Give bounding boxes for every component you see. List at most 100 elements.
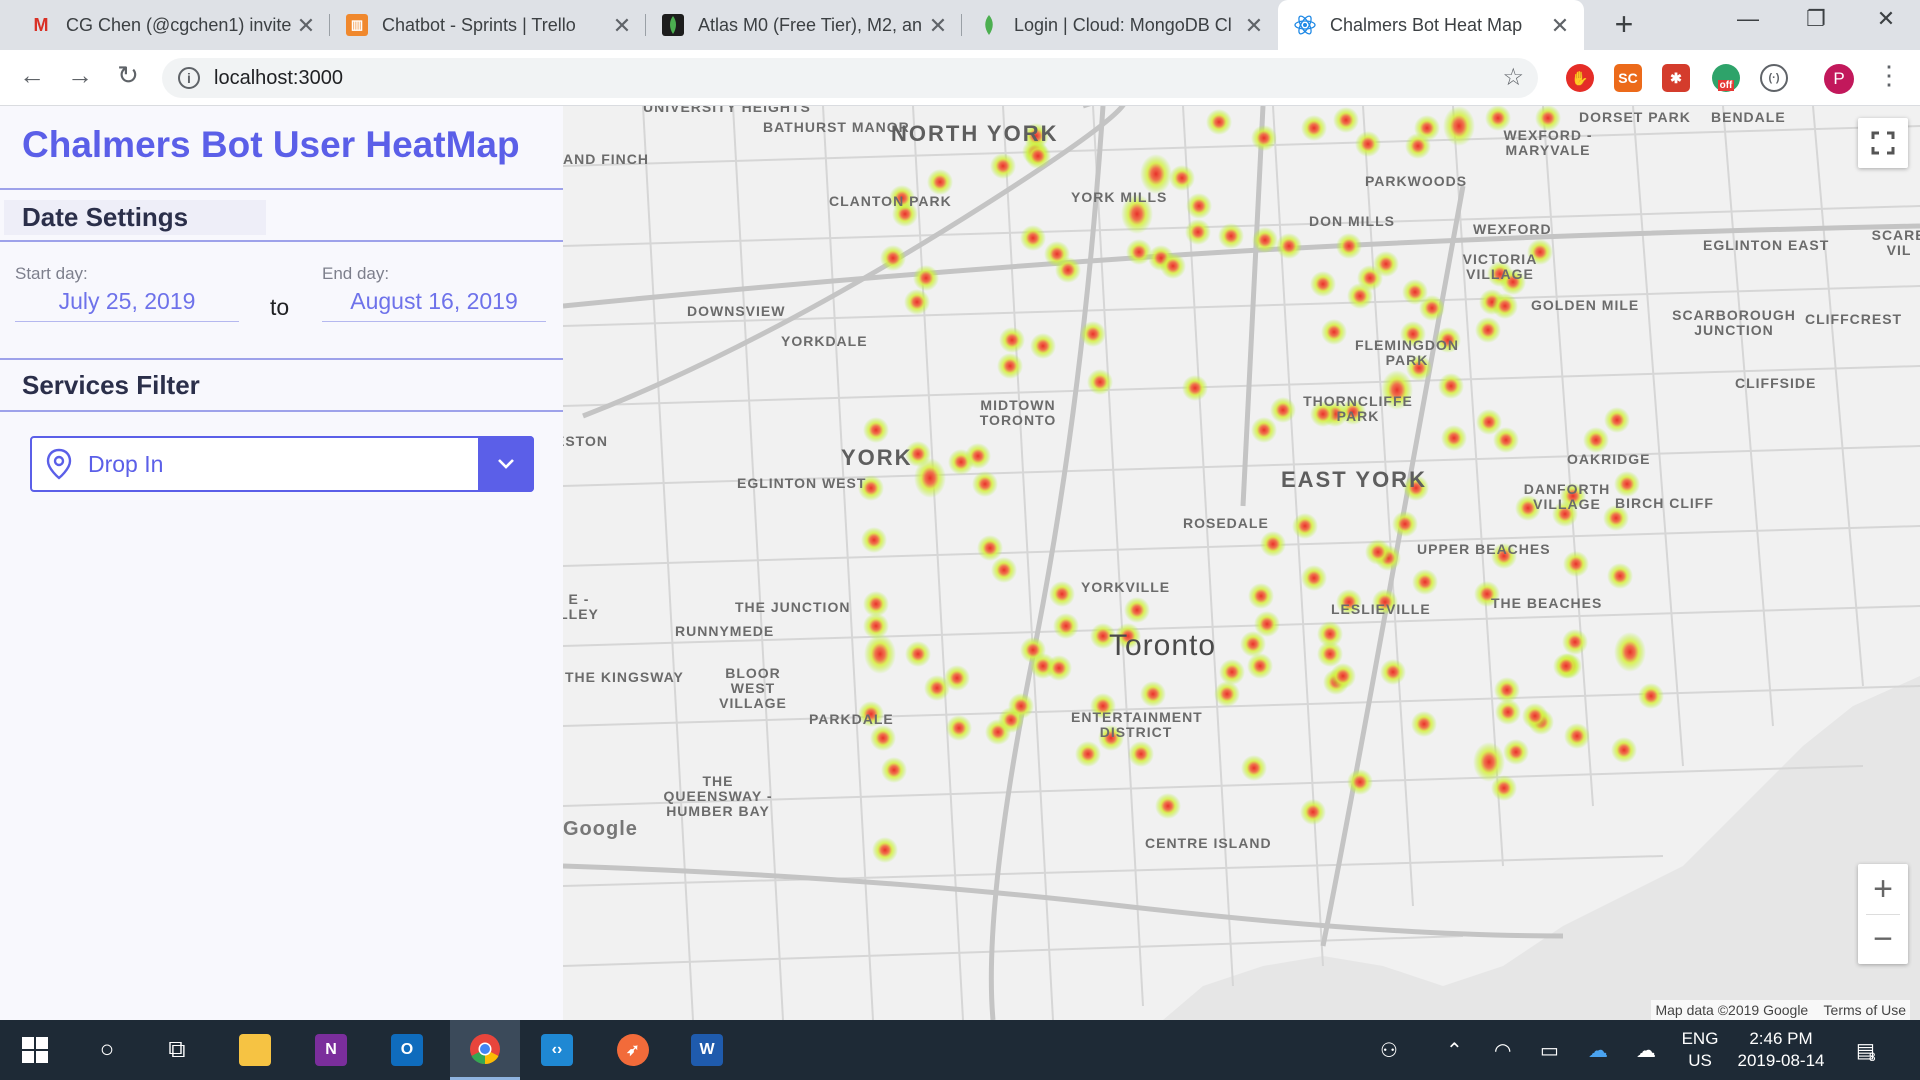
close-tab-icon[interactable]: ✕ <box>610 13 634 39</box>
heat-point <box>1055 257 1081 283</box>
system-clock[interactable]: 2:46 PM 2019-08-14 <box>1726 1028 1836 1072</box>
off-extension-icon[interactable]: off <box>1712 64 1740 92</box>
close-window-icon[interactable]: ✕ <box>1866 6 1906 32</box>
windows-start-icon[interactable] <box>4 1020 66 1080</box>
map-label: THE BEACHES <box>1491 595 1603 611</box>
restore-icon[interactable]: ❐ <box>1796 6 1836 32</box>
heat-point <box>1419 295 1445 321</box>
map-label: BLOOR WEST VILLAGE <box>719 665 787 711</box>
battery-icon[interactable]: ▭ <box>1540 1020 1559 1080</box>
bookmark-star-icon[interactable]: ☆ <box>1502 63 1524 92</box>
end-day-input[interactable]: August 16, 2019 <box>322 284 546 322</box>
people-icon[interactable]: ⚇ <box>1380 1020 1398 1080</box>
heat-point <box>1492 293 1518 319</box>
minimize-icon[interactable]: — <box>1728 6 1768 32</box>
map-label: ROSEDALE <box>1183 515 1269 531</box>
address-bar[interactable]: i localhost:3000 ☆ <box>162 58 1538 98</box>
heat-point <box>1252 227 1278 253</box>
map-label: CLIFFCREST <box>1805 311 1903 327</box>
terms-of-use-link[interactable]: Terms of Use <box>1824 1002 1906 1018</box>
chrome-icon[interactable] <box>450 1020 520 1080</box>
close-tab-icon[interactable]: ✕ <box>1548 13 1572 39</box>
heat-point <box>1301 115 1327 141</box>
task-view-icon[interactable]: ⧉ <box>146 1020 208 1080</box>
heat-point <box>1186 193 1212 219</box>
onedrive-icon[interactable]: ☁ <box>1588 1020 1608 1080</box>
tab-chalmers-heat-map[interactable]: Chalmers Bot Heat Map ✕ <box>1278 0 1584 50</box>
chevron-down-icon[interactable] <box>478 436 534 492</box>
heat-point <box>1025 143 1051 169</box>
reload-icon[interactable]: ↻ <box>110 60 146 91</box>
puzzle-extension-icon[interactable]: ✱ <box>1662 64 1690 92</box>
heat-point <box>1140 154 1172 194</box>
cortana-search-icon[interactable]: ○ <box>76 1020 138 1080</box>
file-explorer-icon[interactable] <box>224 1020 286 1080</box>
tab-mongodb-login[interactable]: Login | Cloud: MongoDB Cl ✕ <box>962 0 1278 50</box>
heat-point <box>1503 739 1529 765</box>
page-title: Chalmers Bot User HeatMap <box>22 124 520 165</box>
map-label: EAST YORK <box>1281 467 1427 492</box>
close-tab-icon[interactable]: ✕ <box>1242 13 1266 39</box>
map-label: YORKVILLE <box>1081 579 1171 595</box>
browser-menu-icon[interactable]: ⋮ <box>1876 60 1902 91</box>
heat-point <box>1604 407 1630 433</box>
show-hidden-icons-icon[interactable]: ⌃ <box>1446 1020 1463 1080</box>
browser-toolbar: ← → ↻ i localhost:3000 ☆ ✋ SC ✱ off (·) … <box>0 50 1920 106</box>
word-icon[interactable]: W <box>676 1020 738 1080</box>
action-center-icon[interactable]: ▤ 8 <box>1856 1020 1876 1080</box>
close-tab-icon[interactable]: ✕ <box>294 13 318 39</box>
vscode-icon[interactable]: ‹› <box>526 1020 588 1080</box>
heat-point <box>1563 551 1589 577</box>
services-filter-select[interactable]: Drop In <box>30 436 534 492</box>
heat-point <box>1219 659 1245 685</box>
heat-point <box>1080 321 1106 347</box>
language-indicator[interactable]: ENG US <box>1680 1028 1720 1072</box>
adblock-icon[interactable]: ✋ <box>1566 64 1594 92</box>
heat-point <box>1441 425 1467 451</box>
heat-point <box>927 169 953 195</box>
zoom-in-button[interactable]: + <box>1858 864 1908 914</box>
heat-point <box>1292 513 1318 539</box>
extension-label: ✋ <box>1571 69 1589 86</box>
zoom-out-button[interactable]: − <box>1858 915 1908 964</box>
map-label: VICTORIA VILLAGE <box>1462 251 1538 282</box>
outlook-icon[interactable]: O <box>376 1020 438 1080</box>
profile-avatar[interactable]: P <box>1824 64 1854 94</box>
heat-point <box>1169 165 1195 191</box>
region-code: US <box>1688 1051 1712 1070</box>
notification-count: 8 <box>1868 1050 1876 1064</box>
heat-point <box>1075 741 1101 767</box>
heat-map[interactable]: UNIVERSITY HEIGHTS BATHURST MANOR NORTH … <box>563 106 1920 1020</box>
code-extension-icon[interactable]: (·) <box>1760 64 1788 92</box>
close-tab-icon[interactable]: ✕ <box>926 13 950 39</box>
heat-point <box>997 353 1023 379</box>
tab-gmail[interactable]: M CG Chen (@cgchen1) invite ✕ <box>14 0 330 50</box>
heat-point <box>999 327 1025 353</box>
map-label: LESLIEVILLE <box>1331 601 1431 617</box>
onenote-icon[interactable]: N <box>300 1020 362 1080</box>
heat-point <box>1355 131 1381 157</box>
postman-icon[interactable]: ➶ <box>602 1020 664 1080</box>
fullscreen-icon <box>1871 131 1895 155</box>
heat-point <box>1491 775 1517 801</box>
site-info-icon[interactable]: i <box>178 67 200 89</box>
heat-point <box>1336 233 1362 259</box>
heat-point <box>1251 417 1277 443</box>
wifi-icon[interactable]: ☁ <box>1636 1020 1656 1080</box>
map-label: BATHURST MANOR <box>763 119 910 135</box>
date-settings-heading: Date Settings <box>4 200 267 235</box>
tab-atlas[interactable]: Atlas M0 (Free Tier), M2, an ✕ <box>646 0 962 50</box>
back-icon[interactable]: ← <box>14 60 50 91</box>
map-label: SCARB VIL <box>1871 227 1920 258</box>
start-day-input[interactable]: July 25, 2019 <box>15 284 239 322</box>
tab-trello[interactable]: ▥ Chatbot - Sprints | Trello ✕ <box>330 0 646 50</box>
forward-icon[interactable]: → <box>62 60 98 91</box>
heat-point <box>946 715 972 741</box>
map-label: OAKRIDGE <box>1567 451 1651 467</box>
heat-point <box>1583 427 1609 453</box>
map-label: RUNNYMEDE <box>675 623 775 639</box>
sc-icon[interactable]: SC <box>1614 64 1642 92</box>
new-tab-button[interactable]: + <box>1604 6 1644 43</box>
fullscreen-button[interactable] <box>1858 118 1908 168</box>
network-icon[interactable]: ◠ <box>1494 1020 1511 1080</box>
